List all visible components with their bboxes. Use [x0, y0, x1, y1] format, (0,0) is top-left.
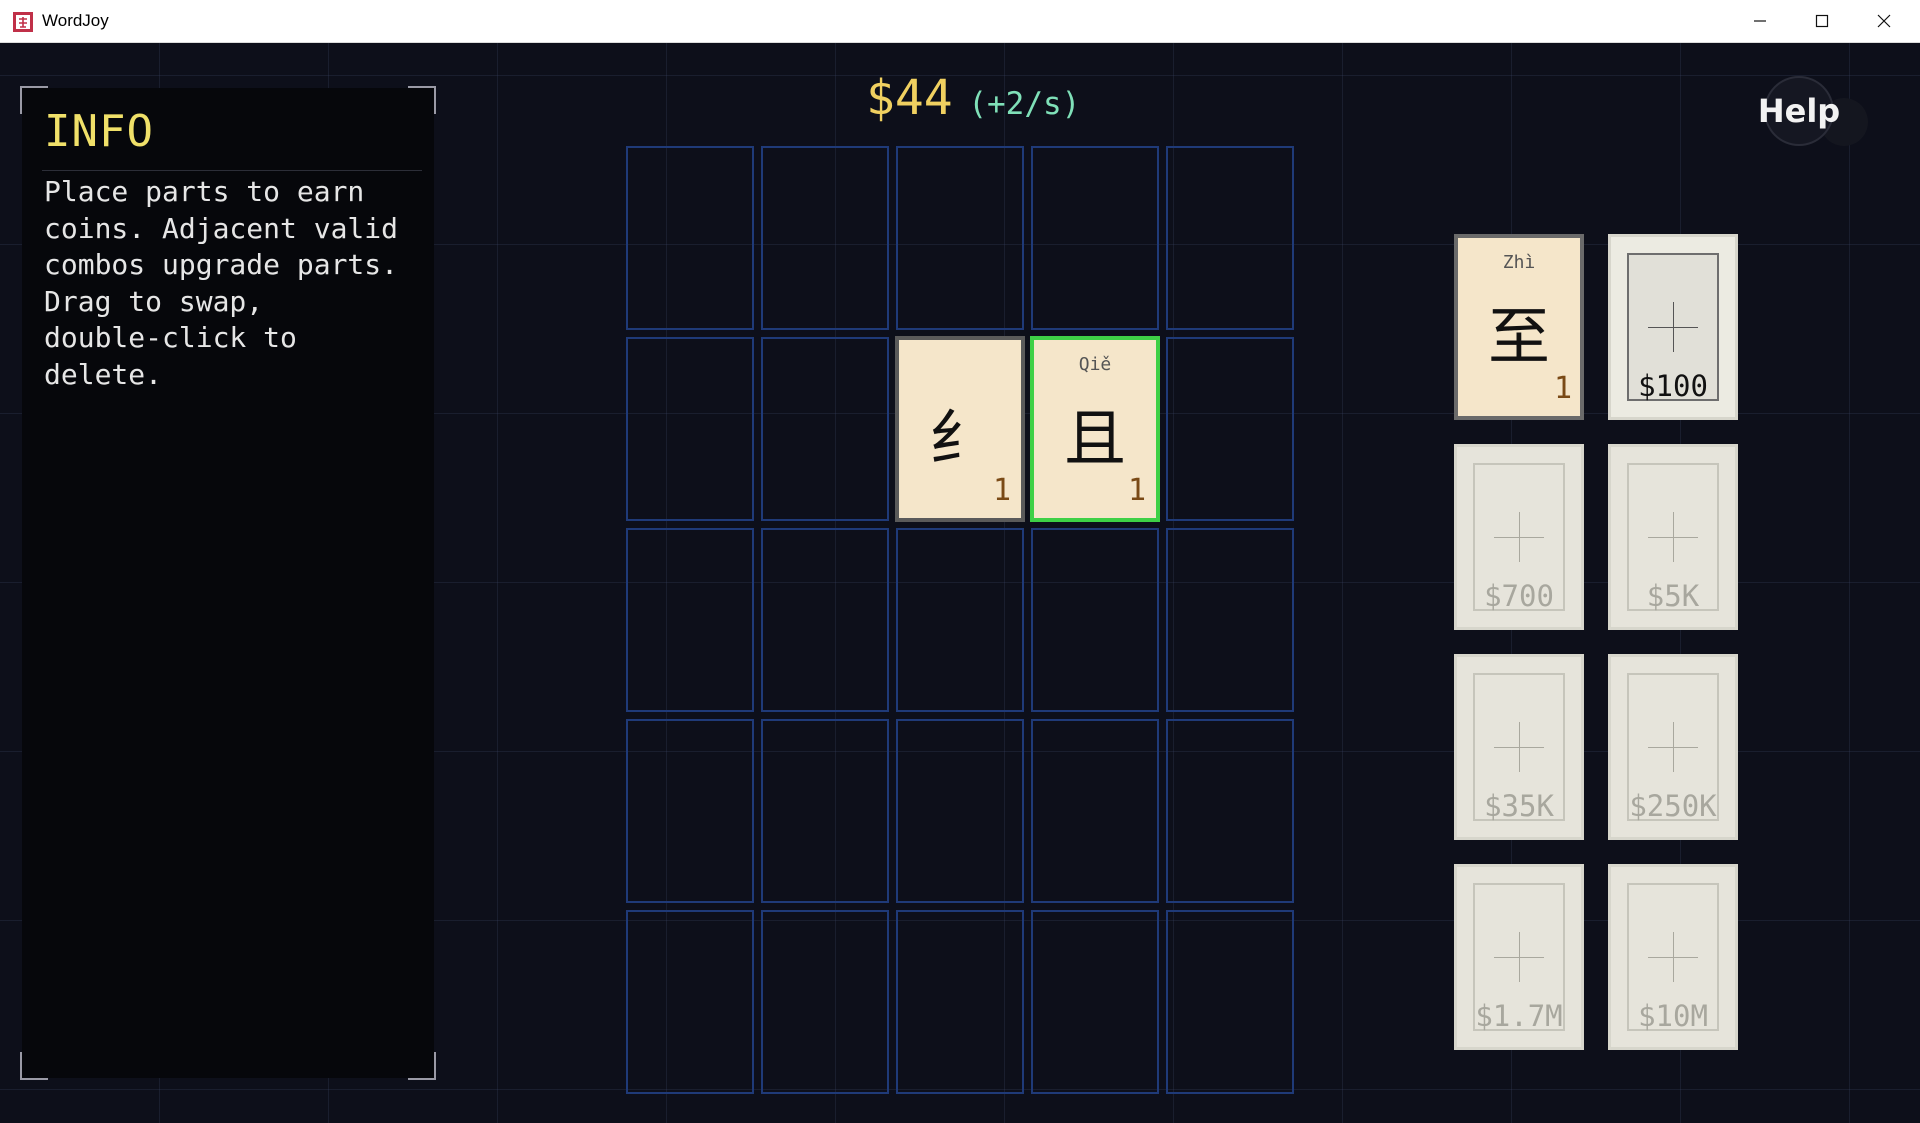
board-cell[interactable] [1031, 528, 1159, 712]
board-cell[interactable] [761, 910, 889, 1094]
slot-price: $10M [1638, 999, 1708, 1033]
board-cell[interactable] [626, 910, 754, 1094]
board-cell[interactable] [1166, 719, 1294, 903]
slot-price: $100 [1638, 369, 1708, 403]
slot-price: $5K [1646, 579, 1700, 613]
shop-buy-slot[interactable]: $100 [1608, 234, 1738, 420]
slot-price: $35K [1484, 789, 1554, 823]
board-tile[interactable]: 纟1 [895, 336, 1025, 522]
board-cell[interactable] [626, 528, 754, 712]
info-panel: INFO Place parts to earn coins. Adjacent… [20, 86, 436, 1080]
board-cell[interactable] [761, 146, 889, 330]
board-cell[interactable] [1031, 146, 1159, 330]
info-text: Place parts to earn coins. Adjacent vali… [44, 175, 399, 391]
plus-icon [1673, 722, 1674, 772]
money-display: $44 (+2/s) [866, 70, 1080, 126]
board-cell[interactable] [896, 528, 1024, 712]
slot-price: $700 [1484, 579, 1554, 613]
shop-locked-slot[interactable]: $10M [1608, 864, 1738, 1050]
board-cell[interactable] [626, 719, 754, 903]
shop-part-pinyin: Zhì [1502, 252, 1536, 273]
tile-level: 1 [1127, 473, 1146, 508]
plus-icon [1673, 932, 1674, 982]
money-rate: (+2/s) [968, 86, 1081, 122]
shop-locked-slot[interactable]: $35K [1454, 654, 1584, 840]
board-cell[interactable] [1166, 528, 1294, 712]
panel-corner [20, 1052, 48, 1080]
play-field: INFO Place parts to earn coins. Adjacent… [0, 43, 1920, 1123]
shop-owned-part[interactable]: Zhì 至 1 [1454, 234, 1584, 420]
plus-icon [1519, 722, 1520, 772]
info-title: INFO [44, 106, 154, 157]
close-button[interactable] [1854, 0, 1914, 42]
shop-part-level: 1 [1553, 371, 1572, 406]
board-cell[interactable] [1166, 146, 1294, 330]
board-cell[interactable] [896, 910, 1024, 1094]
board-cell[interactable] [1166, 337, 1294, 521]
tile-glyph: 纟 [928, 402, 991, 475]
board-cell[interactable] [761, 528, 889, 712]
board-cell[interactable] [1031, 719, 1159, 903]
window-title: WordJoy [42, 11, 109, 30]
help-button[interactable]: Help [1758, 78, 1840, 144]
app-icon [13, 12, 33, 32]
board-cell[interactable] [761, 337, 889, 521]
board-cell[interactable] [626, 337, 754, 521]
shop-locked-slot[interactable]: $250K [1608, 654, 1738, 840]
close-icon [1877, 14, 1891, 28]
plus-icon [1519, 512, 1520, 562]
board-cell[interactable] [896, 719, 1024, 903]
shop-locked-slot[interactable]: $700 [1454, 444, 1584, 630]
plus-icon [1673, 512, 1674, 562]
shop-part-glyph: 至 [1487, 300, 1550, 373]
board-cell[interactable] [626, 146, 754, 330]
board-cell[interactable] [896, 146, 1024, 330]
money-amount: $44 [866, 70, 953, 126]
plus-icon [1673, 302, 1674, 352]
maximize-button[interactable] [1792, 0, 1852, 42]
minimize-button[interactable] [1730, 0, 1790, 42]
slot-price: $1.7M [1475, 999, 1563, 1033]
title-bar: WordJoy [0, 0, 1920, 43]
slot-price: $250K [1629, 789, 1717, 823]
shop-locked-slot[interactable]: $5K [1608, 444, 1738, 630]
board-cell[interactable] [1166, 910, 1294, 1094]
tile-pinyin: Qiě [1078, 354, 1112, 375]
panel-corner [408, 86, 436, 114]
maximize-icon [1815, 14, 1829, 28]
panel-corner [408, 1052, 436, 1080]
board-tile-selected[interactable]: Qiě 且 1 [1030, 336, 1160, 522]
board-cell[interactable] [761, 719, 889, 903]
plus-icon [1519, 932, 1520, 982]
tile-level: 1 [992, 473, 1011, 508]
minimize-icon [1754, 20, 1766, 22]
tile-glyph: 且 [1063, 402, 1126, 475]
shop-locked-slot[interactable]: $1.7M [1454, 864, 1584, 1050]
board-cell[interactable] [1031, 910, 1159, 1094]
info-divider [42, 170, 422, 171]
